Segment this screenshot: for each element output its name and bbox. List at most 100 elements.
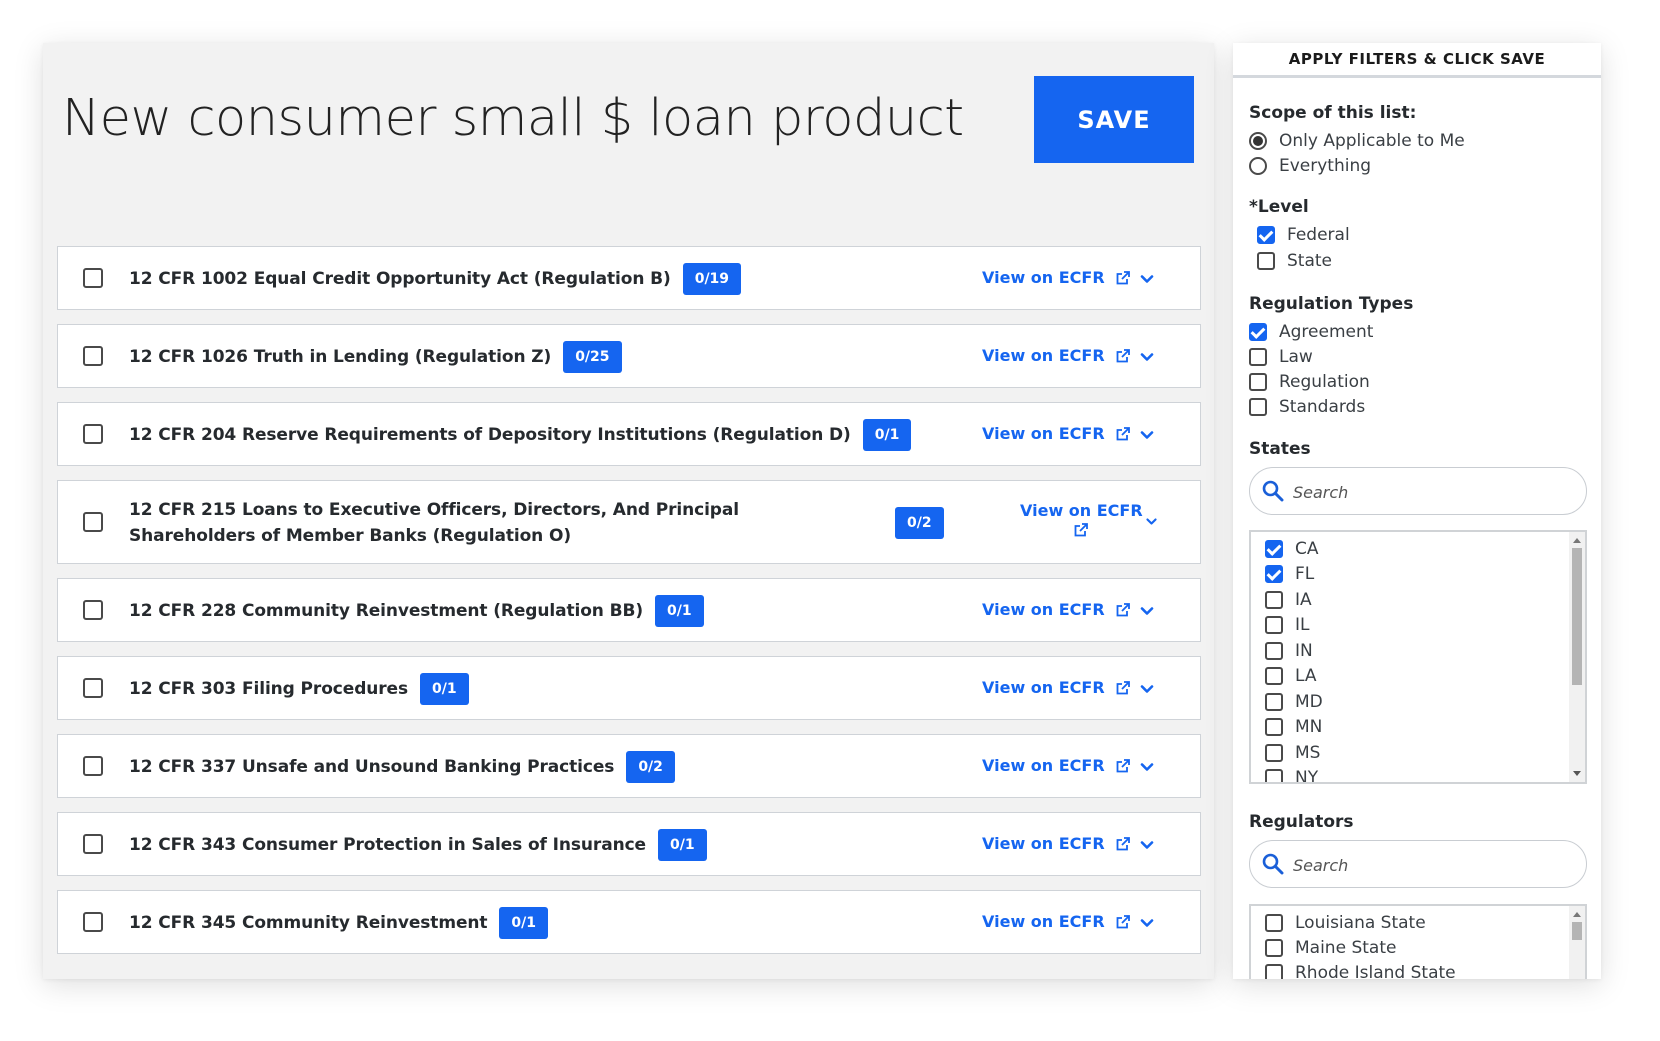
radio-button-selected[interactable] [1249, 132, 1267, 150]
state-label: IN [1295, 641, 1313, 661]
level-option-federal[interactable]: Federal [1257, 225, 1350, 245]
regulator-label: Maine State [1295, 938, 1397, 958]
regulators-scrollbar[interactable] [1569, 906, 1585, 979]
regulators-listbox[interactable]: Louisiana State Maine State Rhode Island… [1249, 904, 1587, 979]
regulator-option[interactable]: Maine State [1265, 938, 1396, 958]
checkbox[interactable] [1249, 373, 1267, 391]
checkbox[interactable] [1265, 744, 1283, 762]
view-on-ecfr-link[interactable]: View on ECFR [982, 268, 1131, 287]
view-on-ecfr-label: View on ECFR [982, 424, 1105, 443]
regulation-checkbox[interactable] [83, 268, 103, 288]
state-option[interactable]: NY [1265, 768, 1319, 784]
view-on-ecfr-link[interactable]: View on ECFR [982, 912, 1131, 931]
state-option[interactable]: MS [1265, 743, 1320, 763]
view-on-ecfr-label: View on ECFR [982, 756, 1105, 775]
view-on-ecfr-label: View on ECFR [982, 268, 1105, 287]
checkbox[interactable] [1265, 616, 1283, 634]
type-option-agreement[interactable]: Agreement [1249, 322, 1373, 342]
level-option-state[interactable]: State [1257, 251, 1332, 271]
chevron-down-icon[interactable] [1139, 349, 1155, 365]
state-option[interactable]: IN [1265, 641, 1313, 661]
page-title: New consumer small $ loan product [62, 89, 964, 148]
state-option[interactable]: CA [1265, 539, 1319, 559]
scrollbar-thumb[interactable] [1572, 922, 1582, 940]
state-option[interactable]: IL [1265, 615, 1310, 635]
regulation-checkbox[interactable] [83, 834, 103, 854]
states-search[interactable] [1249, 467, 1587, 515]
view-on-ecfr-link[interactable]: View on ECFR [982, 346, 1131, 365]
checkbox[interactable] [1257, 252, 1275, 270]
scope-option-applicable[interactable]: Only Applicable to Me [1249, 131, 1465, 151]
chevron-down-icon[interactable] [1139, 915, 1155, 931]
chevron-down-icon[interactable] [1139, 837, 1155, 853]
search-icon [1262, 853, 1284, 875]
type-option-label: Agreement [1279, 322, 1374, 342]
chevron-down-icon[interactable] [1139, 681, 1155, 697]
chevron-down-icon[interactable] [1139, 759, 1155, 775]
state-label: NY [1295, 768, 1319, 784]
view-on-ecfr-link[interactable]: View on ECFR [982, 600, 1131, 619]
state-option[interactable]: MN [1265, 717, 1322, 737]
checkbox[interactable] [1249, 398, 1267, 416]
states-listbox[interactable]: CA FL IA IL IN LA MD MN MS NY [1249, 530, 1587, 784]
checkbox-checked[interactable] [1265, 565, 1283, 583]
regulation-checkbox[interactable] [83, 912, 103, 932]
chevron-down-icon[interactable] [1139, 603, 1155, 619]
chevron-down-icon[interactable] [1139, 271, 1155, 287]
scope-option-everything[interactable]: Everything [1249, 156, 1371, 176]
save-button[interactable]: SAVE [1034, 76, 1194, 163]
checkbox[interactable] [1265, 769, 1283, 782]
state-option[interactable]: FL [1265, 564, 1314, 584]
scroll-up-icon[interactable] [1573, 912, 1581, 917]
state-label: CA [1295, 539, 1319, 559]
checkbox[interactable] [1265, 939, 1283, 957]
regulators-search-input[interactable] [1293, 851, 1573, 879]
external-link-icon [1116, 270, 1130, 284]
view-on-ecfr-link[interactable]: View on ECFR [1020, 501, 1143, 538]
regulator-option[interactable]: Rhode Island State [1265, 963, 1456, 979]
states-scrollbar[interactable] [1569, 532, 1585, 782]
scroll-up-icon[interactable] [1573, 538, 1581, 543]
checkbox[interactable] [1265, 964, 1283, 979]
external-link-icon [1116, 680, 1130, 694]
checkbox[interactable] [1265, 693, 1283, 711]
checkbox[interactable] [1265, 667, 1283, 685]
regulation-checkbox[interactable] [83, 346, 103, 366]
checkbox-checked[interactable] [1257, 226, 1275, 244]
regulators-title: Regulators [1249, 812, 1354, 832]
scrollbar-thumb[interactable] [1572, 548, 1582, 685]
regulation-checkbox[interactable] [83, 678, 103, 698]
type-option-standards[interactable]: Standards [1249, 397, 1365, 417]
checkbox-checked[interactable] [1249, 323, 1267, 341]
scroll-down-icon[interactable] [1573, 771, 1581, 776]
regulation-checkbox[interactable] [83, 512, 103, 532]
state-option[interactable]: IA [1265, 590, 1312, 610]
state-option[interactable]: MD [1265, 692, 1323, 712]
regulator-option[interactable]: Louisiana State [1265, 913, 1426, 933]
regulation-checkbox[interactable] [83, 424, 103, 444]
regulation-checkbox[interactable] [83, 600, 103, 620]
regulators-search[interactable] [1249, 840, 1587, 888]
checkbox[interactable] [1265, 718, 1283, 736]
chevron-down-icon[interactable] [1139, 427, 1155, 443]
regulation-title: 12 CFR 204 Reserve Requirements of Depos… [129, 425, 851, 445]
view-on-ecfr-link[interactable]: View on ECFR [982, 756, 1131, 775]
state-label: FL [1295, 564, 1315, 584]
view-on-ecfr-link[interactable]: View on ECFR [982, 424, 1131, 443]
chevron-down-icon[interactable] [1145, 515, 1158, 528]
checkbox[interactable] [1265, 591, 1283, 609]
checkbox[interactable] [1265, 914, 1283, 932]
view-on-ecfr-link[interactable]: View on ECFR [982, 834, 1131, 853]
type-option-regulation[interactable]: Regulation [1249, 372, 1370, 392]
radio-button[interactable] [1249, 157, 1267, 175]
view-on-ecfr-label: View on ECFR [982, 678, 1105, 697]
regulation-row: 12 CFR 1002 Equal Credit Opportunity Act… [57, 246, 1201, 310]
checkbox[interactable] [1265, 642, 1283, 660]
type-option-law[interactable]: Law [1249, 347, 1313, 367]
view-on-ecfr-link[interactable]: View on ECFR [982, 678, 1131, 697]
checkbox-checked[interactable] [1265, 540, 1283, 558]
state-option[interactable]: LA [1265, 666, 1317, 686]
regulation-checkbox[interactable] [83, 756, 103, 776]
states-search-input[interactable] [1293, 478, 1573, 506]
checkbox[interactable] [1249, 348, 1267, 366]
